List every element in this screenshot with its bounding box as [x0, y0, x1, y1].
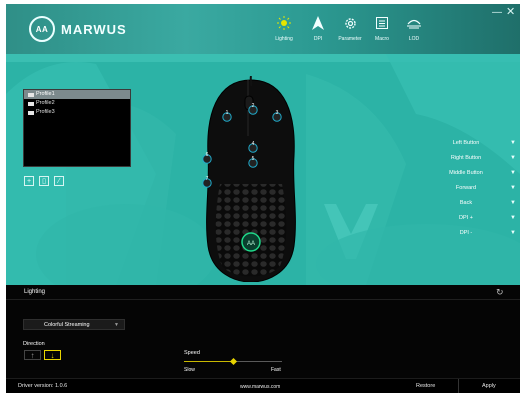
- folder-icon: [28, 92, 34, 97]
- assign-forward[interactable]: Forward ▼: [436, 182, 516, 194]
- marker-number: 4: [251, 141, 255, 147]
- delete-profile-button[interactable]: ▯: [39, 176, 49, 186]
- effect-select[interactable]: Colorful Streaming ▼: [23, 319, 125, 330]
- folder-icon: [28, 110, 34, 115]
- chevron-down-icon: ▼: [510, 170, 516, 176]
- minimize-button[interactable]: —: [492, 7, 502, 18]
- direction-up-button[interactable]: ↑: [24, 350, 41, 360]
- assign-label: Forward: [455, 185, 477, 191]
- direction-label: Direction: [23, 341, 45, 347]
- speed-slider-fill: [184, 361, 233, 362]
- speed-slider-thumb[interactable]: [229, 357, 238, 366]
- panel-title: Lighting: [24, 289, 46, 295]
- divider: [458, 379, 459, 393]
- assign-label: Back: [459, 200, 473, 206]
- chevron-down-icon: ▼: [510, 140, 516, 146]
- assign-label: Right Button: [450, 155, 482, 161]
- marker-forward[interactable]: 6: [202, 151, 212, 169]
- chevron-down-icon: ▼: [510, 185, 516, 191]
- assign-back[interactable]: Back ▼: [436, 197, 516, 209]
- chevron-down-icon: ▼: [510, 200, 516, 206]
- nav-lod-label: LOD: [408, 36, 420, 42]
- assign-label: Middle Button: [449, 170, 483, 176]
- main-area: Profile1 Profile2 Profile3 + ▯ ⁄ AA 1 2 …: [6, 54, 520, 285]
- chevron-down-icon: ▼: [510, 230, 516, 236]
- profile-item-label: Profile3: [36, 109, 55, 115]
- folder-icon: [28, 101, 34, 106]
- assign-label: DPI +: [459, 215, 473, 221]
- marker-back[interactable]: 7: [202, 175, 212, 193]
- marker-number: 6: [205, 152, 209, 158]
- assign-dpi-minus[interactable]: DPI - ▼: [436, 227, 516, 239]
- rename-profile-button[interactable]: ⁄: [54, 176, 64, 186]
- profile-item[interactable]: Profile2: [24, 99, 130, 108]
- speed-slider[interactable]: [184, 357, 282, 366]
- lighting-panel: Lighting ↻ Colorful Streaming ▼ Directio…: [6, 285, 520, 378]
- header-bar: AA MARWUS Lighting DPI Parameter Macro L…: [6, 4, 520, 54]
- apply-button[interactable]: Apply: [482, 383, 496, 389]
- chevron-down-icon: ▼: [114, 321, 119, 328]
- speed-label: Speed: [184, 350, 200, 356]
- chevron-down-icon: ▼: [510, 155, 516, 161]
- divider: [6, 299, 520, 300]
- assign-label: Left Button: [452, 140, 480, 146]
- speed-max-label: Fast: [271, 367, 281, 373]
- lod-icon: [394, 14, 434, 32]
- assign-left-button[interactable]: Left Button ▼: [436, 137, 516, 149]
- speed-min-label: Slow: [184, 367, 195, 373]
- marker-middle[interactable]: 2: [248, 102, 258, 120]
- assign-label: DPI -: [459, 230, 473, 236]
- marker-number: 7: [205, 176, 209, 182]
- logo-text: MARWUS: [61, 21, 127, 37]
- direction-down-button[interactable]: ↓: [44, 350, 61, 360]
- nav-lod[interactable]: LOD: [394, 14, 434, 42]
- mouse-logo-mark: AA: [247, 241, 255, 247]
- restore-button[interactable]: Restore: [416, 383, 435, 389]
- logo-mark-icon: AA: [29, 16, 55, 42]
- marker-dpi-minus[interactable]: 5: [248, 155, 258, 173]
- footer-bar: Driver version: 1.0.6 www.marwus.com Res…: [6, 378, 520, 393]
- profile-item-label: Profile2: [36, 100, 55, 106]
- refresh-icon[interactable]: ↻: [496, 287, 504, 298]
- brand-logo: AA MARWUS: [29, 16, 127, 42]
- driver-version: Driver version: 1.0.6: [18, 383, 68, 389]
- add-profile-button[interactable]: +: [24, 176, 34, 186]
- assign-middle-button[interactable]: Middle Button ▼: [436, 167, 516, 179]
- chevron-down-icon: ▼: [510, 215, 516, 221]
- profile-list: Profile1 Profile2 Profile3: [23, 89, 131, 167]
- app-window: AA MARWUS Lighting DPI Parameter Macro L…: [6, 4, 520, 393]
- assign-dpi-plus[interactable]: DPI + ▼: [436, 212, 516, 224]
- marker-number: 2: [251, 103, 255, 109]
- marker-right[interactable]: 3: [272, 109, 282, 127]
- marker-number: 1: [225, 110, 229, 116]
- profile-item[interactable]: Profile1: [24, 90, 130, 99]
- close-button[interactable]: ✕: [506, 5, 515, 18]
- assign-right-button[interactable]: Right Button ▼: [436, 152, 516, 164]
- profile-item[interactable]: Profile3: [24, 108, 130, 117]
- marker-number: 3: [275, 110, 279, 116]
- profile-item-label: Profile1: [36, 91, 55, 97]
- effect-select-value: Colorful Streaming: [44, 321, 90, 328]
- marker-left[interactable]: 1: [222, 109, 232, 127]
- marker-number: 5: [251, 156, 255, 162]
- website-link[interactable]: www.marwus.com: [240, 384, 280, 390]
